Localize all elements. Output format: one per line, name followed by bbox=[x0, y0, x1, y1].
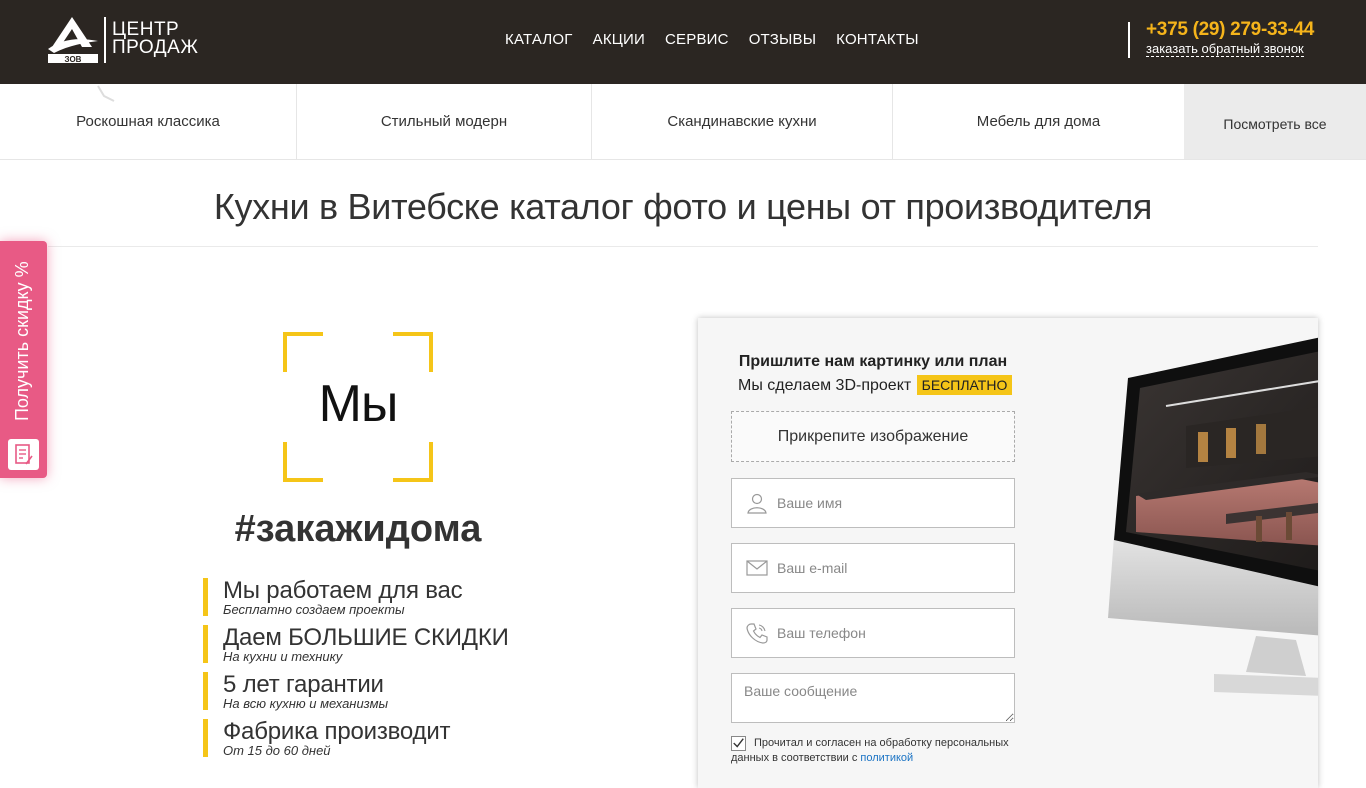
feature-subtitle: Бесплатно создаем проекты bbox=[223, 602, 405, 617]
logo-separator bbox=[104, 17, 106, 63]
nav-service[interactable]: СЕРВИС bbox=[665, 31, 729, 48]
phone-input[interactable] bbox=[777, 609, 1007, 657]
attach-image-button[interactable]: Прикрепите изображение bbox=[731, 411, 1015, 462]
nav-reviews[interactable]: ОТЗЫВЫ bbox=[749, 31, 816, 48]
logo-text: ЦЕНТР ПРОДАЖ bbox=[112, 20, 199, 58]
checkmark-icon bbox=[733, 738, 744, 748]
feature-item: Фабрика производит От 15 до 60 дней bbox=[203, 719, 623, 757]
main-nav: КАТАЛОГ АКЦИИ СЕРВИС ОТЗЫВЫ КОНТАКТЫ bbox=[505, 31, 919, 48]
message-textarea[interactable] bbox=[732, 674, 1014, 722]
project-request-form: Пришлите нам картинку или план Мы сделае… bbox=[698, 318, 1318, 788]
consent-text: Прочитал и согласен на обработку персона… bbox=[731, 736, 1021, 766]
logo[interactable]: ЗОВ ЦЕНТР ПРОДАЖ bbox=[48, 17, 208, 63]
category-scandinavian[interactable]: Скандинавские кухни bbox=[592, 84, 893, 159]
feature-subtitle: На кухни и технику bbox=[223, 649, 343, 664]
phone-number[interactable]: +375 (29) 279-33-44 bbox=[1146, 19, 1314, 41]
logo-line-2: ПРОДАЖ bbox=[112, 37, 199, 58]
form-subheading: Мы сделаем 3D-проект БЕСПЛАТНО bbox=[738, 375, 1013, 395]
view-all-button[interactable]: Посмотреть все bbox=[1184, 84, 1366, 159]
page-title: Кухни в Витебске каталог фото и цены от … bbox=[213, 186, 1153, 227]
feature-item: Мы работаем для вас Бесплатно создаем пр… bbox=[203, 578, 623, 616]
name-input[interactable] bbox=[777, 479, 1007, 527]
monitor-kitchen-image bbox=[1108, 337, 1318, 696]
form-subheading-text: Мы сделаем 3D-проект bbox=[738, 377, 912, 394]
policy-link[interactable]: политикой bbox=[860, 752, 913, 764]
features-list: Мы работаем для вас Бесплатно создаем пр… bbox=[203, 578, 623, 766]
feature-subtitle: От 15 до 60 дней bbox=[223, 743, 331, 758]
logo-mark-text: ЗОВ bbox=[65, 55, 82, 63]
title-divider bbox=[48, 246, 1318, 247]
chevron-icon bbox=[97, 85, 115, 102]
envelope-icon bbox=[746, 560, 768, 576]
form-icon bbox=[8, 439, 39, 470]
feature-item: 5 лет гарантии На всю кухню и механизмы bbox=[203, 672, 623, 710]
category-home-furniture[interactable]: Мебель для дома bbox=[893, 84, 1184, 159]
phone-field[interactable] bbox=[731, 608, 1015, 658]
free-badge: БЕСПЛАТНО bbox=[916, 375, 1013, 395]
feature-item: Даем БОЛЬШИЕ СКИДКИ На кухни и технику bbox=[203, 625, 623, 663]
feature-title: Даем БОЛЬШИЕ СКИДКИ bbox=[223, 624, 509, 651]
feature-subtitle: На всю кухню и механизмы bbox=[223, 696, 389, 711]
email-field[interactable] bbox=[731, 543, 1015, 593]
category-bar: Роскошная классика Стильный модерн Сканд… bbox=[0, 84, 1366, 160]
consent-checkbox[interactable] bbox=[731, 736, 746, 751]
message-field[interactable] bbox=[731, 673, 1015, 723]
feature-title: Фабрика производит bbox=[223, 718, 451, 745]
site-header: ЗОВ ЦЕНТР ПРОДАЖ КАТАЛОГ АКЦИИ СЕРВИС ОТ… bbox=[0, 0, 1366, 84]
hashtag: #закажидома bbox=[234, 508, 482, 550]
name-field[interactable] bbox=[731, 478, 1015, 528]
category-luxury-classic[interactable]: Роскошная классика bbox=[0, 84, 297, 159]
nav-catalog[interactable]: КАТАЛОГ bbox=[505, 31, 573, 48]
nav-promotions[interactable]: АКЦИИ bbox=[593, 31, 645, 48]
consent-line-2: данных в соответствии с bbox=[731, 752, 858, 764]
consent-block: Прочитал и согласен на обработку персона… bbox=[731, 736, 1021, 766]
discount-side-tab[interactable]: Получить скидку % bbox=[0, 241, 47, 478]
form-heading: Пришлите нам картинку или план bbox=[738, 353, 1008, 370]
email-input[interactable] bbox=[777, 544, 1007, 592]
header-divider bbox=[1128, 22, 1130, 58]
callback-link[interactable]: заказать обратный звонок bbox=[1146, 41, 1304, 57]
category-stylish-modern[interactable]: Стильный модерн bbox=[297, 84, 592, 159]
logo-mark-icon: ЗОВ bbox=[48, 17, 98, 63]
phone-icon bbox=[746, 623, 768, 644]
nav-contacts[interactable]: КОНТАКТЫ bbox=[836, 31, 919, 48]
consent-line-1: Прочитал и согласен на обработку персона… bbox=[754, 737, 1009, 749]
feature-title: Мы работаем для вас bbox=[223, 577, 463, 604]
feature-title: 5 лет гарантии bbox=[223, 671, 384, 698]
discount-tab-label: Получить скидку % bbox=[12, 261, 32, 421]
user-icon bbox=[747, 493, 767, 514]
frame-word: Мы bbox=[318, 375, 399, 433]
